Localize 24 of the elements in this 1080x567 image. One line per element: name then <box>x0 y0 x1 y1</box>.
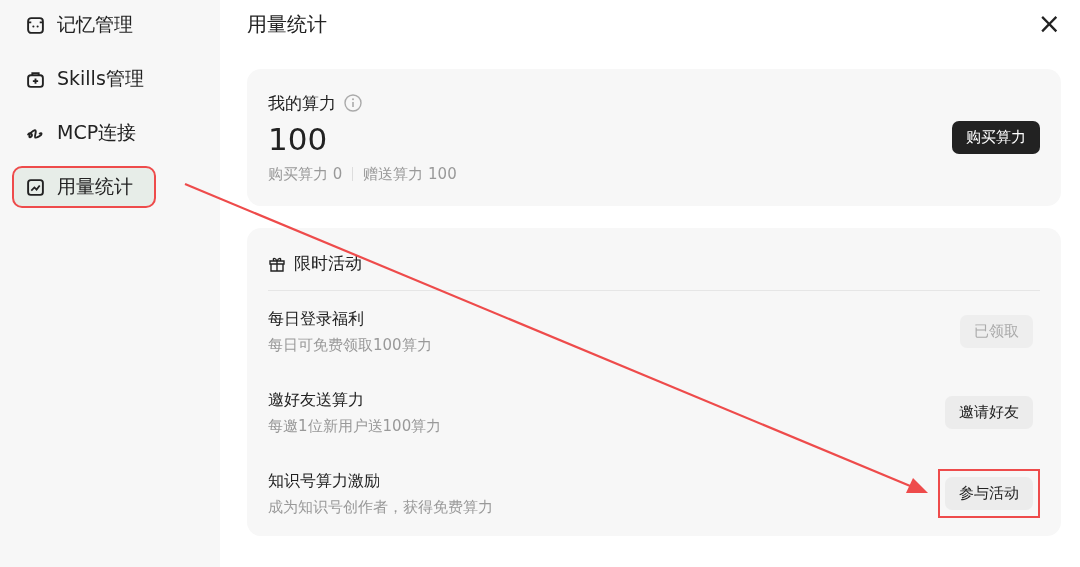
face-icon <box>26 15 45 35</box>
balance-value: 100 <box>268 120 329 157</box>
balance-label: 我的算力 <box>268 91 336 115</box>
activity-description: 每日可免费领取100算力 <box>268 335 432 355</box>
toolbox-icon <box>26 69 45 89</box>
activity-description: 成为知识号创作者，获得免费算力 <box>268 497 493 517</box>
section-title: 限时活动 <box>294 252 362 275</box>
page-title: 用量统计 <box>247 10 327 38</box>
activity-button[interactable]: 参与活动 <box>945 477 1033 510</box>
info-icon[interactable] <box>344 94 362 112</box>
close-button[interactable]: × <box>1037 10 1061 38</box>
activity-description: 每邀1位新用户送100算力 <box>268 416 442 436</box>
activity-name: 知识号算力激励 <box>268 470 381 492</box>
sidebar-item[interactable]: Skills管理 <box>12 58 208 100</box>
activity-button[interactable]: 邀请好友 <box>945 396 1033 429</box>
buy-button[interactable]: 购买算力 <box>952 121 1040 154</box>
sidebar-item[interactable]: 记忆管理 <box>12 4 208 46</box>
chart-icon <box>26 177 45 197</box>
activity-name: 邀好友送算力 <box>268 389 365 411</box>
gifted-amount: 赠送算力 100 <box>363 164 457 184</box>
sidebar-item[interactable]: MCP连接 <box>12 112 208 154</box>
sidebar-item[interactable]: 用量统计 <box>12 166 156 208</box>
purchased-amount: 购买算力 0 <box>268 164 343 184</box>
activity-name: 每日登录福利 <box>268 308 365 330</box>
